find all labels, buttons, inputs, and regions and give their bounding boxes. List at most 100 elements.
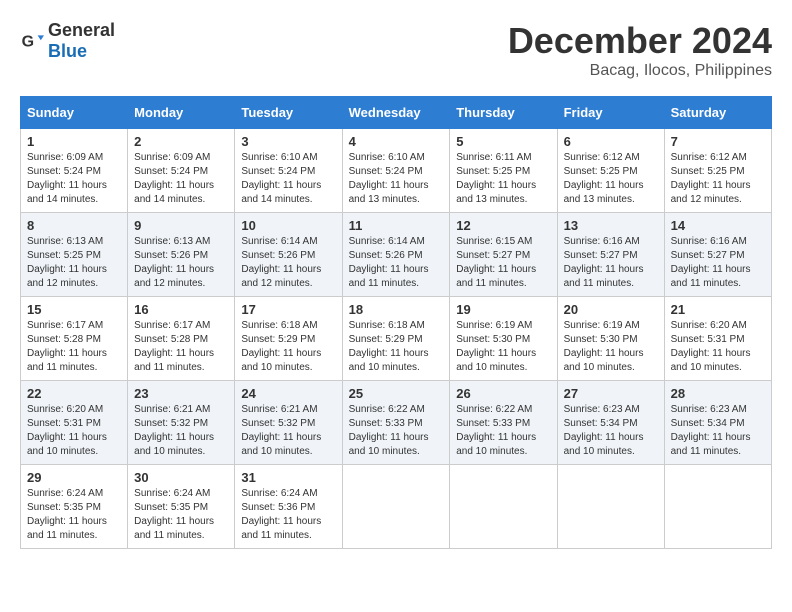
calendar-cell: 4Sunrise: 6:10 AMSunset: 5:24 PMDaylight… bbox=[342, 129, 450, 213]
calendar-cell: 6Sunrise: 6:12 AMSunset: 5:25 PMDaylight… bbox=[557, 129, 664, 213]
day-info: Sunrise: 6:19 AMSunset: 5:30 PMDaylight:… bbox=[456, 319, 550, 375]
day-number: 1 bbox=[27, 134, 121, 149]
day-header-monday: Monday bbox=[128, 97, 235, 129]
calendar-cell: 10 Sunrise: 6:14 AMSunset: 5:26 PMDayligh… bbox=[235, 213, 342, 297]
calendar-table: SundayMondayTuesdayWednesdayThursdayFrid… bbox=[20, 96, 772, 549]
day-number: 2 bbox=[134, 134, 228, 149]
day-number: 18 bbox=[349, 302, 444, 317]
calendar-cell bbox=[664, 465, 771, 549]
day-number: 13 bbox=[564, 218, 658, 233]
day-number: 15 bbox=[27, 302, 121, 317]
calendar-cell: 5 Sunrise: 6:11 AMSunset: 5:25 PMDaylight… bbox=[450, 129, 557, 213]
title-area: December 2024 Bacag, Ilocos, Philippines bbox=[508, 20, 772, 80]
calendar-cell: 12Sunrise: 6:15 AMSunset: 5:27 PMDayligh… bbox=[450, 213, 557, 297]
calendar-week-row: 8 Sunrise: 6:13 AMSunset: 5:25 PMDaylight… bbox=[21, 213, 772, 297]
day-number: 16 bbox=[134, 302, 228, 317]
calendar-cell: 9Sunrise: 6:13 AMSunset: 5:26 PMDaylight… bbox=[128, 213, 235, 297]
day-number: 7 bbox=[671, 134, 765, 149]
calendar-cell bbox=[557, 465, 664, 549]
calendar-cell: 27Sunrise: 6:23 AMSunset: 5:34 PMDayligh… bbox=[557, 381, 664, 465]
day-info: Sunrise: 6:17 AMSunset: 5:28 PMDaylight:… bbox=[134, 319, 228, 375]
day-header-saturday: Saturday bbox=[664, 97, 771, 129]
calendar-cell: 24 Sunrise: 6:21 AMSunset: 5:32 PMDayligh… bbox=[235, 381, 342, 465]
day-info: Sunrise: 6:10 AMSunset: 5:24 PMDaylight:… bbox=[349, 151, 444, 207]
calendar-cell: 28 Sunrise: 6:23 AMSunset: 5:34 PMDayligh… bbox=[664, 381, 771, 465]
day-number: 17 bbox=[241, 302, 335, 317]
day-number: 22 bbox=[27, 386, 121, 401]
day-number: 20 bbox=[564, 302, 658, 317]
day-number: 31 bbox=[241, 470, 335, 485]
day-info: Sunrise: 6:20 AMSunset: 5:31 PMDaylight:… bbox=[27, 403, 121, 459]
day-header-thursday: Thursday bbox=[450, 97, 557, 129]
day-number: 27 bbox=[564, 386, 658, 401]
day-info: Sunrise: 6:14 AMSunset: 5:26 PMDaylight:… bbox=[349, 235, 444, 291]
day-info: Sunrise: 6:19 AMSunset: 5:30 PMDaylight:… bbox=[564, 319, 658, 375]
day-info: Sunrise: 6:16 AMSunset: 5:27 PMDaylight:… bbox=[564, 235, 658, 291]
day-info: Sunrise: 6:13 AMSunset: 5:25 PMDaylight:… bbox=[27, 235, 121, 291]
calendar-cell: 20 Sunrise: 6:19 AMSunset: 5:30 PMDayligh… bbox=[557, 297, 664, 381]
day-info: Sunrise: 6:18 AMSunset: 5:29 PMDaylight:… bbox=[349, 319, 444, 375]
day-info: Sunrise: 6:24 AMSunset: 5:35 PMDaylight:… bbox=[134, 487, 228, 543]
day-info: Sunrise: 6:21 AMSunset: 5:32 PMDaylight:… bbox=[134, 403, 228, 459]
day-info: Sunrise: 6:17 AMSunset: 5:28 PMDaylight:… bbox=[27, 319, 121, 375]
calendar-cell: 23 Sunrise: 6:21 AMSunset: 5:32 PMDayligh… bbox=[128, 381, 235, 465]
logo-general: General bbox=[48, 20, 115, 40]
day-info: Sunrise: 6:12 AMSunset: 5:25 PMDaylight:… bbox=[671, 151, 765, 207]
day-info: Sunrise: 6:22 AMSunset: 5:33 PMDaylight:… bbox=[456, 403, 550, 459]
calendar-week-row: 15 Sunrise: 6:17 AMSunset: 5:28 PMDayligh… bbox=[21, 297, 772, 381]
day-info: Sunrise: 6:13 AMSunset: 5:26 PMDaylight:… bbox=[134, 235, 228, 291]
calendar-cell: 14 Sunrise: 6:16 AMSunset: 5:27 PMDayligh… bbox=[664, 213, 771, 297]
logo-icon: G bbox=[20, 29, 44, 53]
day-info: Sunrise: 6:11 AMSunset: 5:25 PMDaylight:… bbox=[456, 151, 550, 207]
day-number: 26 bbox=[456, 386, 550, 401]
calendar-cell: 18 Sunrise: 6:18 AMSunset: 5:29 PMDayligh… bbox=[342, 297, 450, 381]
day-info: Sunrise: 6:14 AMSunset: 5:26 PMDaylight:… bbox=[241, 235, 335, 291]
calendar-cell: 30Sunrise: 6:24 AMSunset: 5:35 PMDayligh… bbox=[128, 465, 235, 549]
day-header-wednesday: Wednesday bbox=[342, 97, 450, 129]
day-info: Sunrise: 6:24 AMSunset: 5:36 PMDaylight:… bbox=[241, 487, 335, 543]
calendar-cell: 29Sunrise: 6:24 AMSunset: 5:35 PMDayligh… bbox=[21, 465, 128, 549]
calendar-week-row: 22 Sunrise: 6:20 AMSunset: 5:31 PMDayligh… bbox=[21, 381, 772, 465]
day-info: Sunrise: 6:09 AMSunset: 5:24 PMDaylight:… bbox=[134, 151, 228, 207]
day-info: Sunrise: 6:09 AMSunset: 5:24 PMDaylight:… bbox=[27, 151, 121, 207]
logo-blue: Blue bbox=[48, 41, 87, 61]
calendar-cell: 13 Sunrise: 6:16 AMSunset: 5:27 PMDayligh… bbox=[557, 213, 664, 297]
calendar-cell: 26 Sunrise: 6:22 AMSunset: 5:33 PMDayligh… bbox=[450, 381, 557, 465]
day-number: 11 bbox=[349, 218, 444, 233]
day-number: 23 bbox=[134, 386, 228, 401]
calendar-cell bbox=[450, 465, 557, 549]
calendar-cell: 19Sunrise: 6:19 AMSunset: 5:30 PMDayligh… bbox=[450, 297, 557, 381]
calendar-cell bbox=[342, 465, 450, 549]
day-number: 25 bbox=[349, 386, 444, 401]
svg-text:G: G bbox=[22, 34, 34, 51]
calendar-cell: 15 Sunrise: 6:17 AMSunset: 5:28 PMDayligh… bbox=[21, 297, 128, 381]
day-info: Sunrise: 6:21 AMSunset: 5:32 PMDaylight:… bbox=[241, 403, 335, 459]
day-number: 5 bbox=[456, 134, 550, 149]
day-info: Sunrise: 6:18 AMSunset: 5:29 PMDaylight:… bbox=[241, 319, 335, 375]
day-info: Sunrise: 6:16 AMSunset: 5:27 PMDaylight:… bbox=[671, 235, 765, 291]
calendar-cell: 3Sunrise: 6:10 AMSunset: 5:24 PMDaylight… bbox=[235, 129, 342, 213]
calendar-cell: 11 Sunrise: 6:14 AMSunset: 5:26 PMDayligh… bbox=[342, 213, 450, 297]
day-number: 21 bbox=[671, 302, 765, 317]
day-header-friday: Friday bbox=[557, 97, 664, 129]
calendar-cell: 1 Sunrise: 6:09 AMSunset: 5:24 PMDaylight… bbox=[21, 129, 128, 213]
calendar-cell: 21Sunrise: 6:20 AMSunset: 5:31 PMDayligh… bbox=[664, 297, 771, 381]
calendar-cell: 17 Sunrise: 6:18 AMSunset: 5:29 PMDayligh… bbox=[235, 297, 342, 381]
day-info: Sunrise: 6:24 AMSunset: 5:35 PMDaylight:… bbox=[27, 487, 121, 543]
day-header-sunday: Sunday bbox=[21, 97, 128, 129]
day-number: 8 bbox=[27, 218, 121, 233]
day-number: 24 bbox=[241, 386, 335, 401]
calendar-cell: 22 Sunrise: 6:20 AMSunset: 5:31 PMDayligh… bbox=[21, 381, 128, 465]
page-header: G General Blue December 2024 Bacag, Iloc… bbox=[20, 20, 772, 80]
calendar-week-row: 29Sunrise: 6:24 AMSunset: 5:35 PMDayligh… bbox=[21, 465, 772, 549]
calendar-cell: 25Sunrise: 6:22 AMSunset: 5:33 PMDayligh… bbox=[342, 381, 450, 465]
day-info: Sunrise: 6:12 AMSunset: 5:25 PMDaylight:… bbox=[564, 151, 658, 207]
calendar-cell: 8 Sunrise: 6:13 AMSunset: 5:25 PMDaylight… bbox=[21, 213, 128, 297]
day-number: 28 bbox=[671, 386, 765, 401]
day-number: 10 bbox=[241, 218, 335, 233]
calendar-cell: 2 Sunrise: 6:09 AMSunset: 5:24 PMDaylight… bbox=[128, 129, 235, 213]
day-info: Sunrise: 6:15 AMSunset: 5:27 PMDaylight:… bbox=[456, 235, 550, 291]
day-info: Sunrise: 6:23 AMSunset: 5:34 PMDaylight:… bbox=[671, 403, 765, 459]
day-number: 14 bbox=[671, 218, 765, 233]
logo: G General Blue bbox=[20, 20, 115, 62]
